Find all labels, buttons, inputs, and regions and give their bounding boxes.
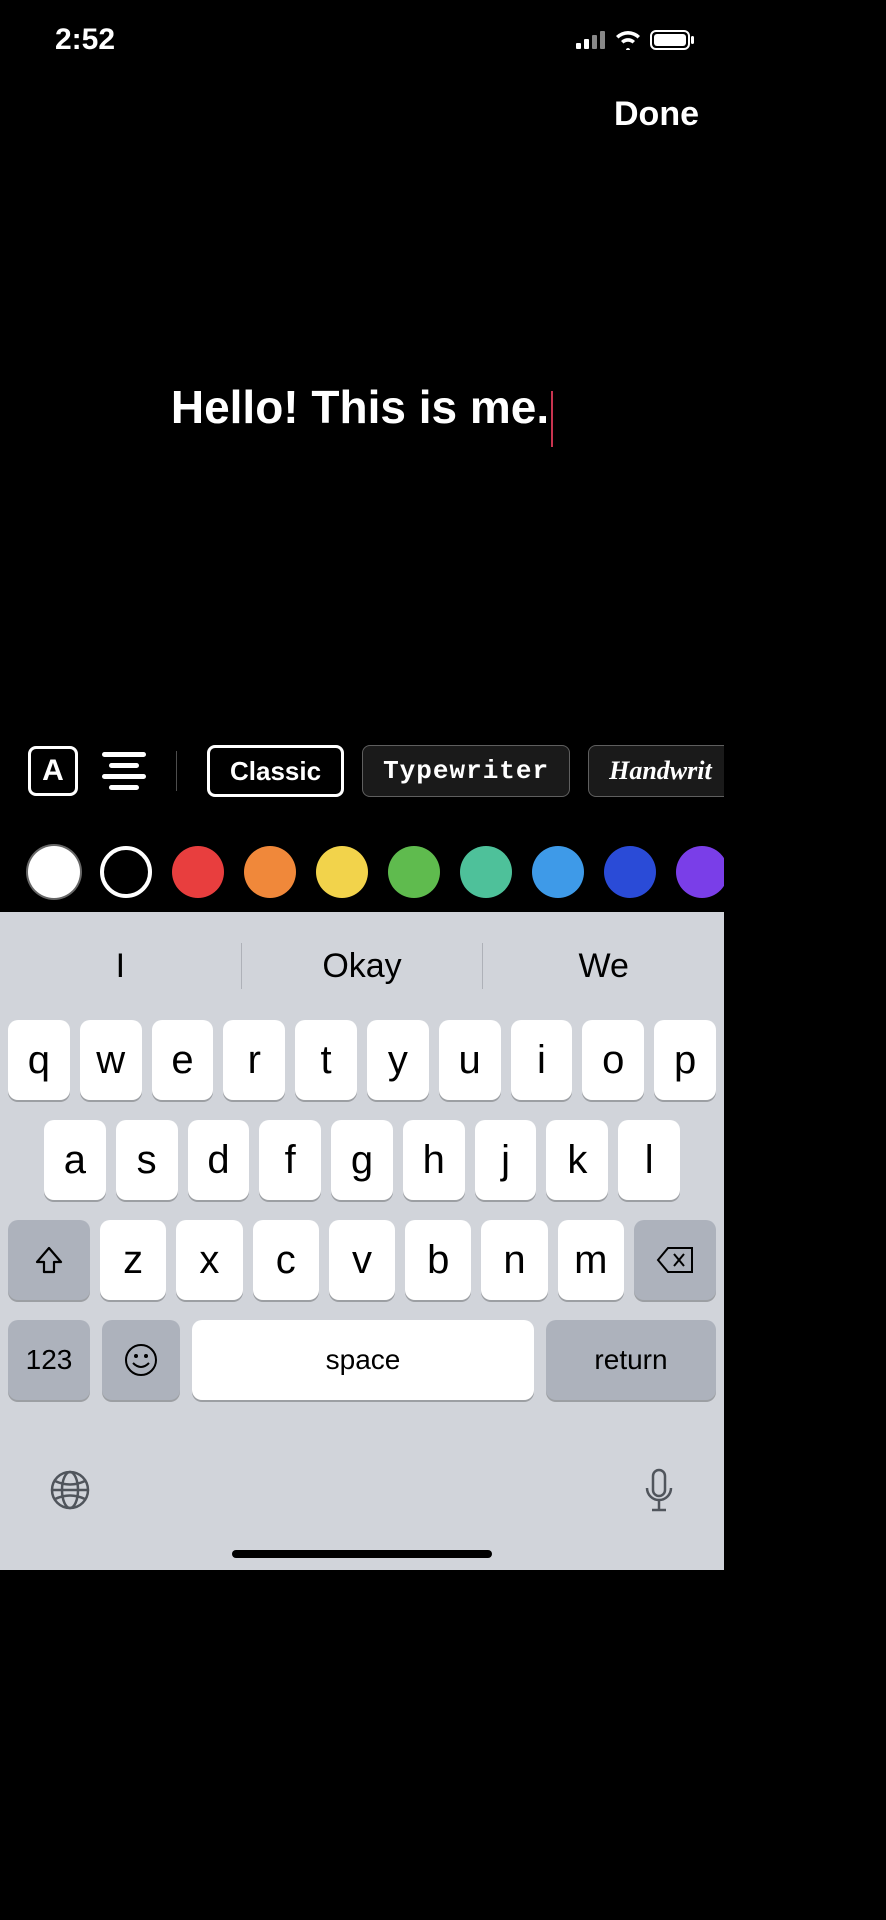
globe-icon[interactable]: [48, 1468, 92, 1512]
text-cursor: [551, 391, 553, 447]
entered-text: Hello! This is me.: [171, 380, 549, 434]
emoji-icon: [124, 1343, 158, 1377]
dictation-icon[interactable]: [642, 1468, 676, 1516]
return-key[interactable]: return: [546, 1320, 716, 1400]
backspace-icon: [656, 1246, 694, 1274]
keyboard: I Okay We qwertyuiop asdfghjkl zxcvbnm 1…: [0, 912, 724, 1570]
status-time: 2:52: [55, 23, 115, 57]
key-t[interactable]: t: [295, 1020, 357, 1100]
key-b[interactable]: b: [405, 1220, 471, 1300]
color-swatch[interactable]: [172, 846, 224, 898]
key-r[interactable]: r: [223, 1020, 285, 1100]
key-u[interactable]: u: [439, 1020, 501, 1100]
text-align-button[interactable]: [102, 752, 146, 790]
key-q[interactable]: q: [8, 1020, 70, 1100]
cellular-icon: [576, 31, 606, 49]
align-line-icon: [102, 752, 146, 757]
font-chip-typewriter[interactable]: Typewriter: [362, 745, 570, 797]
key-row-2: asdfghjkl: [0, 1120, 724, 1200]
color-swatch[interactable]: [676, 846, 724, 898]
emoji-key[interactable]: [102, 1320, 180, 1400]
align-line-icon: [109, 785, 139, 790]
color-palette: [0, 844, 724, 900]
key-f[interactable]: f: [259, 1120, 321, 1200]
key-d[interactable]: d: [188, 1120, 250, 1200]
key-m[interactable]: m: [558, 1220, 624, 1300]
font-chip-classic[interactable]: Classic: [207, 745, 344, 797]
home-indicator[interactable]: [232, 1550, 492, 1558]
key-i[interactable]: i: [511, 1020, 573, 1100]
wifi-icon: [614, 30, 642, 50]
status-bar: 2:52: [0, 0, 724, 80]
toolbar-divider: [176, 751, 177, 791]
suggestion-3[interactable]: We: [483, 947, 724, 986]
key-row-4: 123 space return: [0, 1320, 724, 1400]
color-swatch[interactable]: [28, 846, 80, 898]
battery-icon: [650, 30, 694, 50]
key-x[interactable]: x: [176, 1220, 242, 1300]
space-key[interactable]: space: [192, 1320, 534, 1400]
color-swatch[interactable]: [532, 846, 584, 898]
key-o[interactable]: o: [582, 1020, 644, 1100]
key-e[interactable]: e: [152, 1020, 214, 1100]
text-toolbar: A Classic Typewriter Handwrit: [0, 734, 724, 808]
backspace-key[interactable]: [634, 1220, 716, 1300]
color-swatch[interactable]: [604, 846, 656, 898]
key-y[interactable]: y: [367, 1020, 429, 1100]
suggestion-1[interactable]: I: [0, 947, 241, 986]
shift-icon: [33, 1244, 65, 1276]
key-l[interactable]: l: [618, 1120, 680, 1200]
text-style-toggle[interactable]: A: [28, 746, 78, 796]
align-line-icon: [102, 774, 146, 779]
key-n[interactable]: n: [481, 1220, 547, 1300]
numbers-key[interactable]: 123: [8, 1320, 90, 1400]
key-k[interactable]: k: [546, 1120, 608, 1200]
font-chip-script[interactable]: Handwrit: [588, 745, 724, 797]
key-j[interactable]: j: [475, 1120, 537, 1200]
key-v[interactable]: v: [329, 1220, 395, 1300]
key-h[interactable]: h: [403, 1120, 465, 1200]
status-icons: [576, 30, 694, 50]
key-p[interactable]: p: [654, 1020, 716, 1100]
shift-key[interactable]: [8, 1220, 90, 1300]
suggestion-2[interactable]: Okay: [242, 947, 483, 986]
text-edit-area[interactable]: Hello! This is me.: [0, 380, 724, 447]
key-row-1: qwertyuiop: [0, 1020, 724, 1100]
key-row-3: zxcvbnm: [0, 1220, 724, 1300]
key-w[interactable]: w: [80, 1020, 142, 1100]
done-button[interactable]: Done: [614, 95, 699, 134]
letter-a-icon: A: [42, 754, 64, 788]
color-swatch[interactable]: [388, 846, 440, 898]
key-s[interactable]: s: [116, 1120, 178, 1200]
key-z[interactable]: z: [100, 1220, 166, 1300]
key-c[interactable]: c: [253, 1220, 319, 1300]
suggestion-bar: I Okay We: [0, 912, 724, 1020]
key-g[interactable]: g: [331, 1120, 393, 1200]
align-line-icon: [109, 763, 139, 768]
key-a[interactable]: a: [44, 1120, 106, 1200]
color-swatch[interactable]: [460, 846, 512, 898]
color-swatch[interactable]: [244, 846, 296, 898]
color-swatch[interactable]: [316, 846, 368, 898]
font-picker: Classic Typewriter Handwrit: [207, 745, 724, 797]
color-swatch[interactable]: [100, 846, 152, 898]
